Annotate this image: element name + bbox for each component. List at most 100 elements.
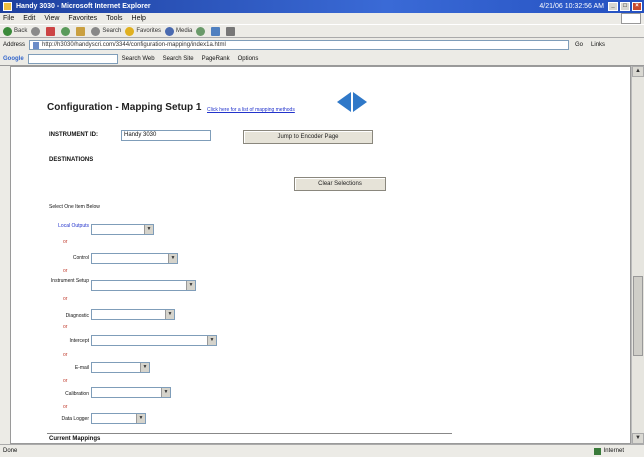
print-button[interactable] <box>226 26 237 36</box>
chevron-down-icon: ▼ <box>207 336 216 345</box>
search-icon <box>91 26 101 36</box>
divider <box>47 433 452 434</box>
instrument-id-input[interactable]: Handy 3030 <box>121 130 211 141</box>
menu-bar: File Edit View Favorites Tools Help <box>0 13 644 24</box>
refresh-icon <box>61 26 71 36</box>
window-titlebar: Handy 3030 - Microsoft Internet Explorer… <box>0 0 644 13</box>
field-label-diagnostic: Diagnostic <box>65 313 89 319</box>
local-outputs-select[interactable]: ▼ <box>91 224 154 235</box>
clock: 4/21/06 10:32:56 AM <box>539 3 604 10</box>
go-button[interactable]: Go <box>575 42 583 48</box>
options-button[interactable]: Options <box>238 56 259 62</box>
page-nav <box>337 92 367 112</box>
or-separator: or <box>63 296 68 302</box>
chevron-down-icon: ▼ <box>144 225 153 234</box>
menu-view[interactable]: View <box>44 15 59 22</box>
google-logo: Google <box>3 55 24 62</box>
chevron-down-icon: ▼ <box>136 414 145 423</box>
scroll-down-icon[interactable]: ▼ <box>632 433 644 444</box>
close-button[interactable]: × <box>632 2 642 11</box>
history-button[interactable] <box>196 26 207 36</box>
scroll-up-icon[interactable]: ▲ <box>632 66 644 77</box>
mapping-methods-link[interactable]: Click here for a list of mapping methods <box>207 107 295 113</box>
instrument-setup-select[interactable]: ▼ <box>91 280 196 291</box>
previous-page-arrow-icon[interactable] <box>337 92 351 112</box>
home-button[interactable] <box>76 26 87 36</box>
menu-edit[interactable]: Edit <box>23 15 35 22</box>
field-label-control: Control <box>72 255 89 261</box>
jump-to-encoder-button[interactable]: Jump to Encoder Page <box>243 130 373 144</box>
field-label-instrument-setup: Instrument Setup <box>50 278 89 284</box>
forward-arrow-icon <box>31 26 41 36</box>
forward-button[interactable] <box>31 26 42 36</box>
chevron-down-icon: ▼ <box>168 254 177 263</box>
status-bar: Done Internet <box>0 444 644 457</box>
star-icon <box>125 26 135 36</box>
maximize-button[interactable]: □ <box>620 2 630 11</box>
or-separator: or <box>63 352 68 358</box>
page-content: Configuration - Mapping Setup 1 Click he… <box>10 66 631 444</box>
chevron-down-icon: ▼ <box>161 388 170 397</box>
chevron-down-icon: ▼ <box>140 363 149 372</box>
links-button[interactable]: Links <box>591 42 605 48</box>
media-icon <box>165 26 175 36</box>
field-label-calibration: Calibration <box>65 391 89 397</box>
minimize-button[interactable]: _ <box>608 2 618 11</box>
standard-toolbar: Back Search Favorites Media <box>0 24 644 38</box>
home-icon <box>76 26 86 36</box>
address-label: Address <box>3 42 26 48</box>
search-site-button[interactable]: Search Site <box>163 56 194 62</box>
calibration-select[interactable]: ▼ <box>91 387 171 398</box>
windows-logo-icon <box>621 13 641 24</box>
media-button[interactable]: Media <box>165 26 192 36</box>
search-button[interactable]: Search <box>91 26 121 36</box>
next-page-arrow-icon[interactable] <box>353 92 367 112</box>
destinations-label: DESTINATIONS <box>49 157 94 163</box>
or-separator: or <box>63 378 68 384</box>
google-toolbar: Google Search Web Search Site PageRank O… <box>0 52 644 66</box>
mail-icon <box>211 26 221 36</box>
security-zone: Internet <box>593 447 624 455</box>
stop-icon <box>46 26 56 36</box>
email-select[interactable]: ▼ <box>91 362 150 373</box>
diagnostic-select[interactable]: ▼ <box>91 309 175 320</box>
address-input[interactable]: http://h3030/handyscri.com/3344/configur… <box>29 40 570 50</box>
window-title: Handy 3030 - Microsoft Internet Explorer <box>16 3 151 10</box>
search-web-button[interactable]: Search Web <box>122 56 155 62</box>
menu-favorites[interactable]: Favorites <box>68 15 97 22</box>
refresh-button[interactable] <box>61 26 72 36</box>
or-separator: or <box>63 239 68 245</box>
chevron-down-icon: ▼ <box>165 310 174 319</box>
menu-tools[interactable]: Tools <box>106 15 122 22</box>
control-select[interactable]: ▼ <box>91 253 178 264</box>
address-url: http://h3030/handyscri.com/3344/configur… <box>42 42 226 48</box>
back-button[interactable]: Back <box>3 26 27 36</box>
field-label-local-outputs: Local Outputs <box>58 223 89 229</box>
or-separator: or <box>63 324 68 330</box>
field-label-data-logger: Data Logger <box>61 416 89 422</box>
intercept-select[interactable]: ▼ <box>91 335 217 346</box>
mail-button[interactable] <box>211 26 222 36</box>
clear-selections-button[interactable]: Clear Selections <box>294 177 386 191</box>
address-bar: Address http://h3030/handyscri.com/3344/… <box>0 38 644 52</box>
ie-icon <box>3 2 12 11</box>
page-icon <box>33 41 40 49</box>
print-icon <box>226 26 236 36</box>
stop-button[interactable] <box>46 26 57 36</box>
chevron-down-icon: ▼ <box>186 281 195 290</box>
vertical-scrollbar[interactable]: ▲ ▼ <box>631 66 644 444</box>
or-separator: or <box>63 268 68 274</box>
instrument-id-label: INSTRUMENT ID: <box>49 132 98 138</box>
pagerank-indicator[interactable]: PageRank <box>202 56 230 62</box>
select-instruction: Select One Item Below <box>49 204 100 210</box>
status-text: Done <box>3 448 18 454</box>
data-logger-select[interactable]: ▼ <box>91 413 146 424</box>
favorites-button[interactable]: Favorites <box>125 26 161 36</box>
field-label-email: E-mail <box>74 365 89 371</box>
scroll-thumb[interactable] <box>633 276 643 356</box>
menu-file[interactable]: File <box>3 15 14 22</box>
zone-label: Internet <box>603 448 624 454</box>
page-title: Configuration - Mapping Setup 1 <box>47 102 202 113</box>
menu-help[interactable]: Help <box>132 15 146 22</box>
google-search-input[interactable] <box>27 53 118 64</box>
